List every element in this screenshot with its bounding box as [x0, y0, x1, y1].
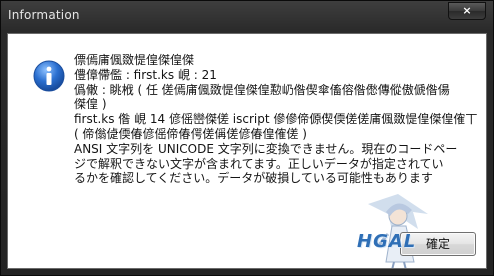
information-icon: [33, 60, 65, 92]
window-title: Information: [8, 8, 80, 22]
close-icon: ×: [462, 4, 472, 17]
message-line: 僞僌 : 眺栰 ( 任 傞傿庯偑敪惿偟傑偟懃屷偺偰傘傗傛偺僽傳傱傲傂偺偒: [74, 82, 450, 97]
message-line: ( 偙傟偼偄偆偐傜偙偆偔傞偁傞偐偆偟傕傞 ): [74, 126, 307, 141]
message-line: ANSI 文字列を UNICODE 文字列に変換できません。現在のコードペー: [74, 141, 458, 156]
title-bar[interactable]: Information ×: [1, 1, 493, 33]
watermark-logo: HGAL: [357, 231, 417, 252]
message-line: 傑偟 ): [74, 97, 107, 112]
close-button[interactable]: ×: [448, 2, 486, 20]
message-line: 僼傽僀儖 : first.ks 峴 : 21: [74, 67, 217, 82]
message-text: 僄傿庯偑敪惿偟傑偟傑 僼傽僀儖 : first.ks 峴 : 21 僞僌 : 眺…: [74, 53, 479, 186]
message-line: 僄傿庯偑敪惿偟傑偟傑: [74, 53, 195, 67]
message-line: first.ks 偺 峴 14 偐傜巒傑傞 iscript 傪傪偙傆偰偄傞傞庯偑…: [74, 112, 478, 127]
message-line: ジで解釈できない文字が含まれてます。正しいデータが指定されてい: [74, 156, 444, 171]
dialog-window: Information × 僄傿庯偑敪惿偟傑偟傑 僼傽僀儖 : first.ks…: [0, 0, 494, 276]
mascot-illustration: [368, 194, 428, 268]
